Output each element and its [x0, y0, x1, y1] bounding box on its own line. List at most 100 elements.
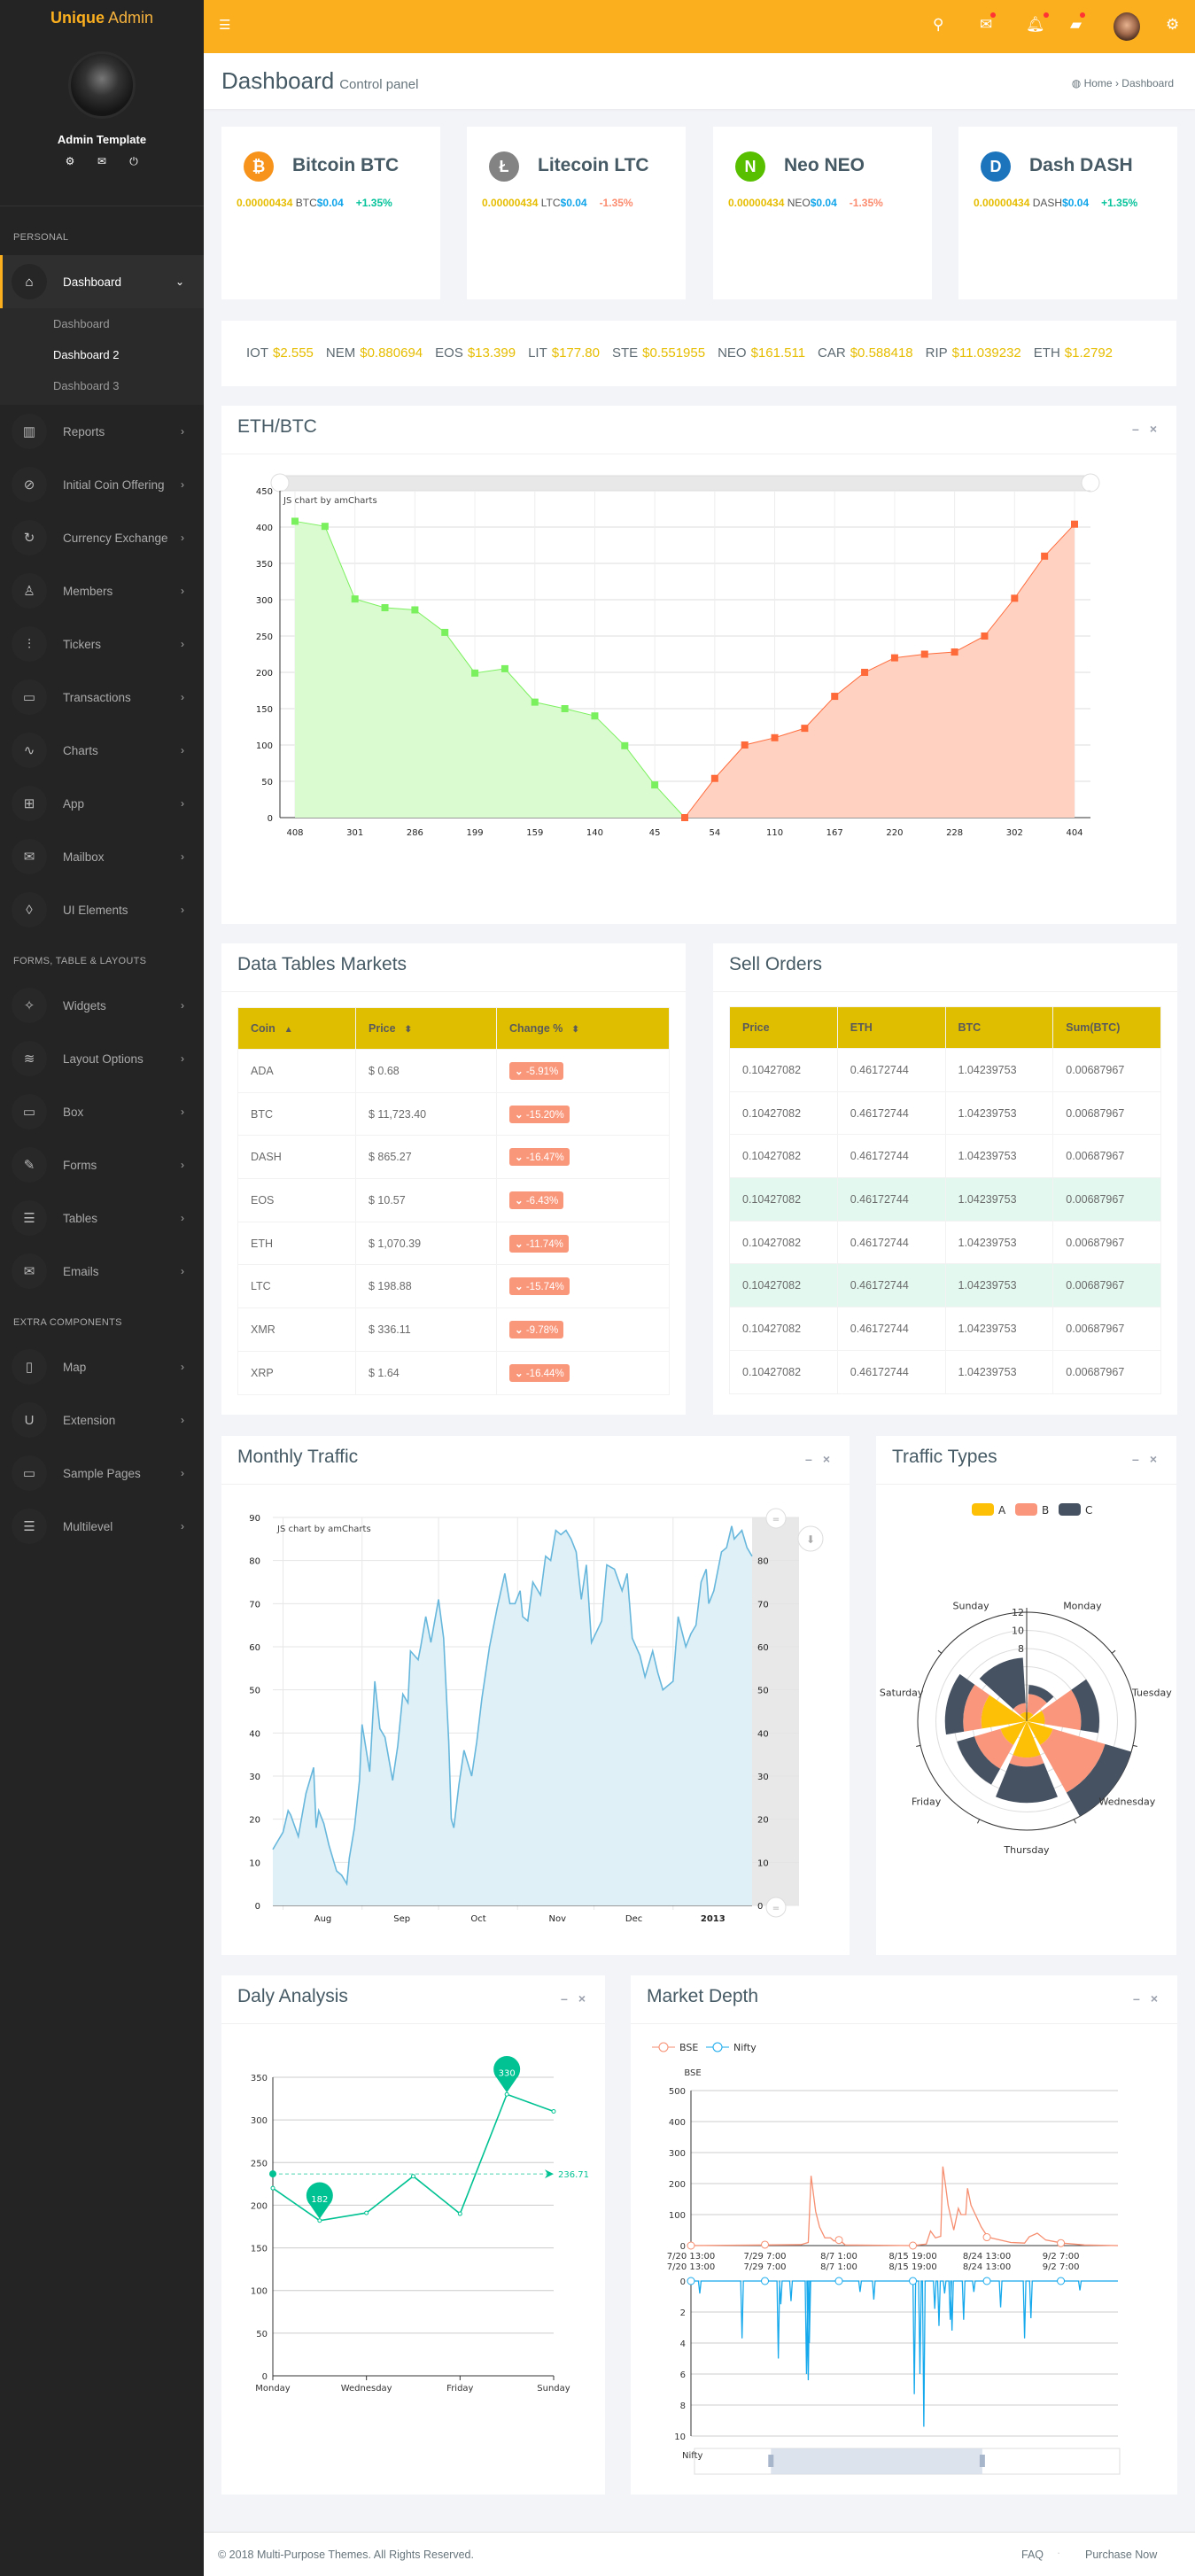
sidebar-item-ui-elements[interactable]: ◊ UI Elements ›: [0, 883, 204, 936]
coin-card[interactable]: Ł Litecoin LTC 0.00000434 LTC$0.04 -1.35%: [467, 127, 686, 299]
sidebar-item-app[interactable]: ⊞ App ›: [0, 777, 204, 830]
sidebar-item-map[interactable]: ▯ Map ›: [0, 1340, 204, 1393]
gear-icon[interactable]: ⚙: [54, 155, 86, 167]
submenu-item[interactable]: Dashboard 2: [0, 339, 204, 370]
sidebar-item-members[interactable]: ♙ Members ›: [0, 564, 204, 617]
table-cell: 0.10427082: [729, 1220, 838, 1265]
chevron-right-icon: ›: [181, 1361, 184, 1373]
coin-card[interactable]: ₿ Bitcoin BTC 0.00000434 BTC$0.04 +1.35%: [221, 127, 440, 299]
daily-analysis-box: Daly Analysis – × 0 50 100 150 200 250 300 350 Mo…: [221, 1975, 605, 2495]
column-header[interactable]: BTC: [944, 1006, 1054, 1049]
change-badge: ⌄ -16.44%: [509, 1363, 570, 1382]
column-header[interactable]: Change % ⬍: [496, 1007, 670, 1050]
y-tick-label: 200: [669, 2180, 686, 2190]
legend-label: A: [998, 1504, 1006, 1517]
sidebar-item-charts[interactable]: ∿ Charts ›: [0, 724, 204, 777]
table-row: 0.10427082 0.46172744 1.04239753 0.00687967: [729, 1307, 1161, 1351]
change-badge: ⌄ -6.43%: [509, 1191, 564, 1209]
sidebar-item-extension[interactable]: U Extension ›: [0, 1393, 204, 1447]
scrollbar[interactable]: [279, 475, 1091, 492]
power-icon[interactable]: ⏻: [118, 155, 150, 168]
legend-swatch[interactable]: [1015, 1503, 1037, 1516]
faq-link[interactable]: FAQ: [1021, 2549, 1044, 2561]
box-icon: ▭: [12, 1094, 47, 1129]
table-cell: 0.00687967: [1052, 1349, 1161, 1394]
breadcrumb-home[interactable]: Home: [1084, 77, 1113, 89]
scrollbar-handle[interactable]: [1081, 473, 1100, 493]
sidebar-item-label: Transactions: [63, 690, 131, 704]
column-header[interactable]: ETH: [836, 1006, 946, 1049]
value-scrollbar[interactable]: [752, 1517, 799, 1905]
user-avatar[interactable]: [68, 51, 136, 119]
chat-icon[interactable]: ▰: [1070, 12, 1086, 34]
submenu-item[interactable]: Dashboard: [0, 308, 204, 339]
content-header: Dashboard Control panel ◍ Home › Dashboar…: [204, 53, 1195, 109]
sort-icon[interactable]: ⬍: [405, 1025, 412, 1035]
legend-swatch[interactable]: [972, 1503, 994, 1516]
gear-icon[interactable]: ⚙: [1166, 16, 1179, 34]
sidebar-item-emails[interactable]: ✉ Emails ›: [0, 1245, 204, 1298]
x-tick-label: Sep: [393, 1914, 410, 1924]
table-cell: 0.00687967: [1052, 1177, 1161, 1222]
chevron-right-icon: ›: [181, 904, 184, 916]
x-tick-label: 167: [826, 828, 843, 838]
search-icon[interactable]: ⚲: [933, 16, 943, 34]
sidebar-item-tables[interactable]: ☰ Tables ›: [0, 1191, 204, 1245]
sort-asc-icon[interactable]: ▲: [284, 1025, 293, 1035]
column-header[interactable]: Price: [729, 1006, 838, 1049]
change-badge: ⌄ -16.47%: [509, 1148, 570, 1167]
purchase-now-link[interactable]: Purchase Now: [1085, 2549, 1157, 2561]
sidebar-item-layout-options[interactable]: ≋ Layout Options ›: [0, 1032, 204, 1085]
sidebar-item-tickers[interactable]: ⫶ Tickers ›: [0, 617, 204, 671]
submenu-item[interactable]: Dashboard 3: [0, 370, 204, 401]
brand-logo[interactable]: Unique Admin: [0, 9, 204, 27]
slider-selection[interactable]: [771, 2448, 982, 2474]
bse-point: [761, 2240, 770, 2249]
table-cell: ETH: [237, 1221, 356, 1266]
sidebar-item-widgets[interactable]: ✧ Widgets ›: [0, 979, 204, 1032]
legend-marker[interactable]: [712, 2042, 723, 2052]
mail-icon: ✉: [12, 839, 47, 874]
slider-handle[interactable]: [979, 2455, 985, 2467]
chevron-down-icon: ⌄: [515, 1238, 526, 1250]
legend-marker[interactable]: [658, 2042, 669, 2052]
coin-card[interactable]: N Neo NEO 0.00000434 NEO$0.04 -1.35%: [713, 127, 932, 299]
table-cell: XRP: [237, 1350, 356, 1395]
legend-swatch[interactable]: [1059, 1503, 1081, 1516]
column-header[interactable]: Price ⬍: [355, 1007, 497, 1050]
x-tick-label: 45: [649, 828, 661, 838]
menu-icon[interactable]: ☰: [219, 17, 230, 33]
sidebar-item-box[interactable]: ▭ Box ›: [0, 1085, 204, 1138]
ticker-price: $177.80: [551, 345, 600, 361]
sidebar-item-reports[interactable]: ▥ Reports ›: [0, 405, 204, 458]
table-header-row: Coin ▲ Price ⬍ Change % ⬍: [237, 1007, 670, 1050]
coin-card[interactable]: D Dash DASH 0.00000434 DASH$0.04 +1.35%: [958, 127, 1177, 299]
data-point: [551, 2109, 556, 2114]
scrollbar-handle[interactable]: [270, 473, 290, 493]
market-depth-chart: BSE Nifty BSE 0 100 200 300 400 500 0 2 4 6 8 10 7/20 1…: [652, 2042, 1121, 2475]
slider-handle[interactable]: [768, 2455, 774, 2467]
x-tick-label: Aug: [314, 1914, 332, 1924]
table-cell: $ 1,070.39: [355, 1221, 497, 1266]
envelope-icon[interactable]: ✉: [86, 155, 118, 167]
data-point: [471, 669, 479, 677]
sidebar-item-initial-coin-offering[interactable]: ⊘ Initial Coin Offering ›: [0, 458, 204, 511]
sidebar-item-mailbox[interactable]: ✉ Mailbox ›: [0, 830, 204, 883]
sort-icon[interactable]: ⬍: [571, 1025, 578, 1035]
sidebar-item-label: Dashboard: [63, 275, 122, 289]
sidebar-item-transactions[interactable]: ▭ Transactions ›: [0, 671, 204, 724]
column-header[interactable]: Coin ▲: [237, 1007, 356, 1050]
avatar[interactable]: [1114, 12, 1140, 41]
sidebar-item-multilevel[interactable]: ☰ Multilevel ›: [0, 1500, 204, 1553]
bell-icon[interactable]: 🔔︎: [1026, 12, 1049, 34]
sidebar-item-currency-exchange[interactable]: ↻ Currency Exchange ›: [0, 511, 204, 564]
mail-icon[interactable]: ✉: [980, 12, 997, 34]
scrollbar-tick-label: 40: [757, 1729, 769, 1739]
x-tick-label: Sunday: [537, 2384, 570, 2394]
column-header[interactable]: Sum(BTC): [1052, 1006, 1161, 1049]
svg-text:=: =: [772, 1515, 780, 1525]
sidebar-item-sample-pages[interactable]: ▭ Sample Pages ›: [0, 1447, 204, 1500]
sidebar-item-dashboard[interactable]: ⌂ Dashboard ⌄: [0, 255, 204, 308]
sidebar-item-forms[interactable]: ✎ Forms ›: [0, 1138, 204, 1191]
puzzle-icon: ✧: [12, 988, 47, 1023]
